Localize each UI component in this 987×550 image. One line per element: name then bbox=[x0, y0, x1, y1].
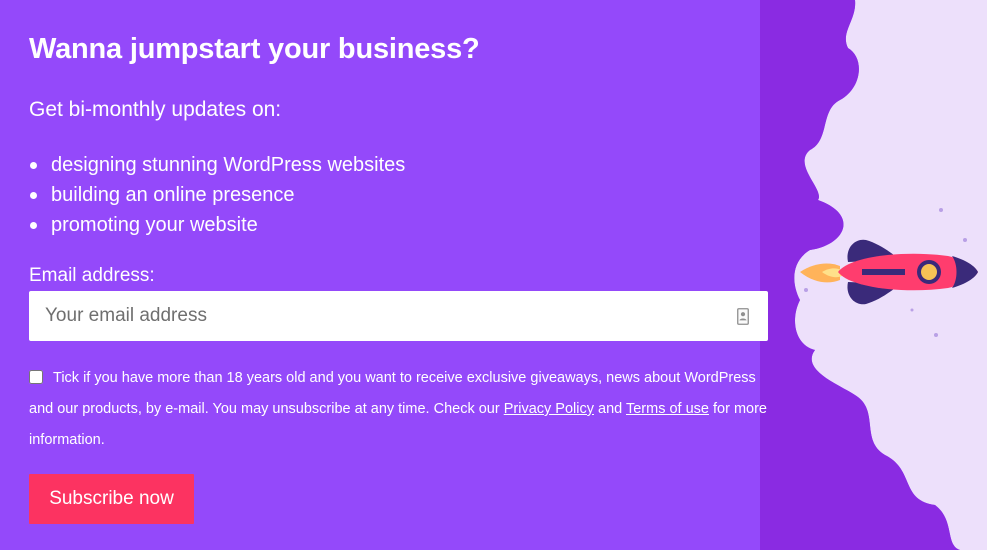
rocket-stripe bbox=[862, 269, 905, 275]
subscribe-button[interactable]: Subscribe now bbox=[29, 474, 194, 524]
email-field-wrapper bbox=[29, 291, 768, 341]
benefit-item: promoting your website bbox=[29, 213, 405, 243]
newsletter-title: Wanna jumpstart your business? bbox=[29, 33, 480, 65]
contact-card-icon[interactable] bbox=[737, 308, 749, 325]
privacy-policy-link[interactable]: Privacy Policy bbox=[504, 401, 594, 417]
benefits-list: designing stunning WordPress websites bu… bbox=[29, 153, 405, 243]
email-label: Email address: bbox=[29, 265, 155, 286]
benefit-item: building an online presence bbox=[29, 183, 405, 213]
email-input[interactable] bbox=[29, 291, 719, 341]
consent-block: Tick if you have more than 18 years old … bbox=[29, 363, 769, 456]
rocket-window-glass bbox=[921, 264, 937, 280]
consent-and-text: and bbox=[593, 401, 626, 417]
terms-of-use-link[interactable]: Terms of use bbox=[626, 401, 709, 417]
consent-checkbox[interactable] bbox=[29, 370, 43, 384]
newsletter-subtitle: Get bi-monthly updates on: bbox=[29, 98, 282, 121]
benefit-item: designing stunning WordPress websites bbox=[29, 153, 405, 183]
